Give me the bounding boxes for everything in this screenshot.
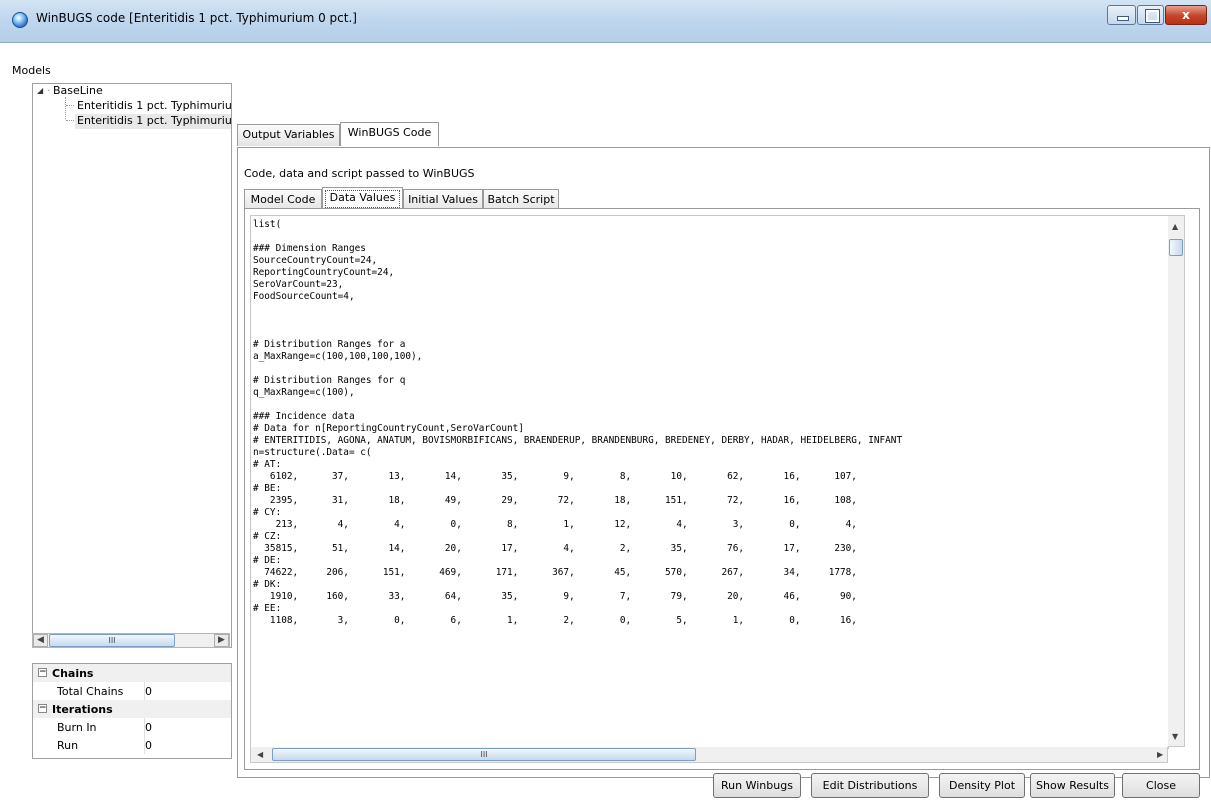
chains-group-label: Chains xyxy=(52,667,94,680)
code-line: q_MaxRange=c(100), xyxy=(253,387,355,398)
code-editor[interactable]: list( ### Dimension Ranges SourceCountry… xyxy=(250,215,1169,749)
tree-line xyxy=(66,105,74,106)
run-row[interactable]: Run 0 xyxy=(33,736,231,754)
scroll-right-icon[interactable]: ▶ xyxy=(214,634,229,647)
close-icon: x xyxy=(1182,8,1190,22)
iterations-group-label: Iterations xyxy=(52,703,113,716)
code-line: # BE: xyxy=(253,483,282,494)
tree-child-node[interactable]: Enteritidis 1 pct. Typhimuriu xyxy=(77,99,232,112)
models-label: Models xyxy=(12,64,51,77)
density-plot-button[interactable]: Density Plot xyxy=(939,773,1025,798)
code-line: # EE: xyxy=(253,603,282,614)
scroll-left-icon[interactable]: ◀ xyxy=(33,634,48,647)
minus-box-icon[interactable]: − xyxy=(38,704,47,713)
run-winbugs-label: Run Winbugs xyxy=(721,779,793,792)
code-line: # CZ: xyxy=(253,531,282,542)
edit-distributions-button[interactable]: Edit Distributions xyxy=(811,773,929,798)
code-line: ### Incidence data xyxy=(253,411,355,422)
code-line: 1910, 160, 33, 64, 35, 9, 7, 79, 20, 46,… xyxy=(253,591,857,602)
tree-child-label: Enteritidis 1 pct. Typhimuriu xyxy=(77,114,232,127)
tree-child-node-selected[interactable]: Enteritidis 1 pct. Typhimuriu xyxy=(75,114,232,129)
arrow-left-icon[interactable]: ◀ xyxy=(257,750,263,759)
burn-in-row[interactable]: Burn In 0 xyxy=(33,718,231,736)
horizontal-scroll-thumb[interactable]: III xyxy=(272,748,696,761)
arrow-right-icon[interactable]: ▶ xyxy=(1157,750,1163,759)
code-line: SourceCountryCount=24, xyxy=(253,255,378,266)
grid-divider xyxy=(144,718,145,754)
code-line: a_MaxRange=c(100,100,100,100), xyxy=(253,351,423,362)
tree-expander-icon[interactable]: ◢ xyxy=(37,86,43,95)
burn-in-key: Burn In xyxy=(57,721,97,734)
minimize-button[interactable] xyxy=(1107,5,1136,25)
total-chains-key: Total Chains xyxy=(57,685,124,698)
code-line: 6102, 37, 13, 14, 35, 9, 8, 10, 62, 16, … xyxy=(253,471,857,482)
code-line: # Distribution Ranges for q xyxy=(253,375,406,386)
code-line: 35815, 51, 14, 20, 17, 4, 2, 35, 76, 17,… xyxy=(253,543,857,554)
code-line: # CY: xyxy=(253,507,282,518)
minimize-icon xyxy=(1117,16,1129,21)
maximize-button[interactable] xyxy=(1137,5,1164,25)
total-chains-row[interactable]: Total Chains 0 xyxy=(33,682,231,700)
code-text[interactable]: list( ### Dimension Ranges SourceCountry… xyxy=(253,219,902,627)
editor-horizontal-scrollbar[interactable]: ◀ III ▶ xyxy=(250,747,1168,763)
code-line: # Data for n[ReportingCountryCount,SeroV… xyxy=(253,423,524,434)
code-line: n=structure(.Data= c( xyxy=(253,447,372,458)
tab-output-variables[interactable]: Output Variables xyxy=(237,124,340,146)
run-value[interactable]: 0 xyxy=(145,739,152,752)
arrow-up-icon[interactable]: ▲ xyxy=(1172,222,1178,231)
scroll-thumb[interactable]: III xyxy=(49,634,175,647)
close-window-button[interactable]: x xyxy=(1165,5,1207,25)
code-line: 2395, 31, 18, 49, 29, 72, 18, 151, 72, 1… xyxy=(253,495,857,506)
code-line: # DE: xyxy=(253,555,282,566)
tree-line xyxy=(65,97,67,119)
code-line: SeroVarCount=23, xyxy=(253,279,344,290)
editor-vertical-scrollbar[interactable]: ▲ ▼ xyxy=(1168,215,1185,747)
tree-root-node[interactable]: BaseLine xyxy=(53,84,103,97)
arrow-down-icon[interactable]: ▼ xyxy=(1172,732,1178,741)
run-key: Run xyxy=(57,739,79,752)
tree-dots: · xyxy=(47,84,51,97)
code-line: # AT: xyxy=(253,459,282,470)
density-plot-label: Density Plot xyxy=(948,779,1016,792)
minus-box-icon[interactable]: − xyxy=(38,668,47,677)
total-chains-value[interactable]: 0 xyxy=(145,685,152,698)
panel-description: Code, data and script passed to WinBUGS xyxy=(244,167,475,180)
run-winbugs-button[interactable]: Run Winbugs xyxy=(713,773,801,798)
code-line: 213, 4, 4, 0, 8, 1, 12, 4, 3, 0, 4, xyxy=(253,519,857,530)
code-line: ### Dimension Ranges xyxy=(253,243,366,254)
models-tree[interactable]: ◢ · BaseLine Enteritidis 1 pct. Typhimur… xyxy=(32,83,232,648)
chains-group[interactable]: − Chains xyxy=(33,664,231,682)
grid-divider xyxy=(144,682,145,700)
close-label: Close xyxy=(1146,779,1176,792)
window-client: Models ◢ · BaseLine Enteritidis 1 pct. T… xyxy=(0,43,1211,807)
app-icon xyxy=(12,12,28,28)
tree-line xyxy=(66,120,74,121)
title-bar[interactable]: WinBUGS code [Enteritidis 1 pct. Typhimu… xyxy=(0,0,1211,43)
window-title: WinBUGS code [Enteritidis 1 pct. Typhimu… xyxy=(36,11,357,25)
code-line: 74622, 206, 151, 469, 171, 367, 45, 570,… xyxy=(253,567,857,578)
edit-distributions-label: Edit Distributions xyxy=(822,779,918,792)
burn-in-value[interactable]: 0 xyxy=(145,721,152,734)
code-line: # ENTERITIDIS, AGONA, ANATUM, BOVISMORBI… xyxy=(253,435,903,446)
code-line: list( xyxy=(253,219,282,230)
code-line: ReportingCountryCount=24, xyxy=(253,267,395,278)
code-line: 1108, 3, 0, 6, 1, 2, 0, 5, 1, 0, 16, xyxy=(253,615,857,626)
code-line: FoodSourceCount=4, xyxy=(253,291,355,302)
maximize-icon xyxy=(1146,10,1159,22)
tree-horizontal-scrollbar[interactable]: ◀ III ▶ xyxy=(32,633,230,648)
code-line: # DK: xyxy=(253,579,282,590)
tab-winbugs-code[interactable]: WinBUGS Code xyxy=(340,122,439,146)
close-button[interactable]: Close xyxy=(1122,773,1200,798)
properties-grid[interactable]: − Chains Total Chains 0 − Iterations Bur… xyxy=(32,663,232,759)
vertical-scroll-thumb[interactable] xyxy=(1169,239,1183,256)
code-line: # Distribution Ranges for a xyxy=(253,339,406,350)
iterations-group[interactable]: − Iterations xyxy=(33,700,231,718)
show-results-label: Show Results xyxy=(1036,779,1109,792)
show-results-button[interactable]: Show Results xyxy=(1030,773,1115,798)
